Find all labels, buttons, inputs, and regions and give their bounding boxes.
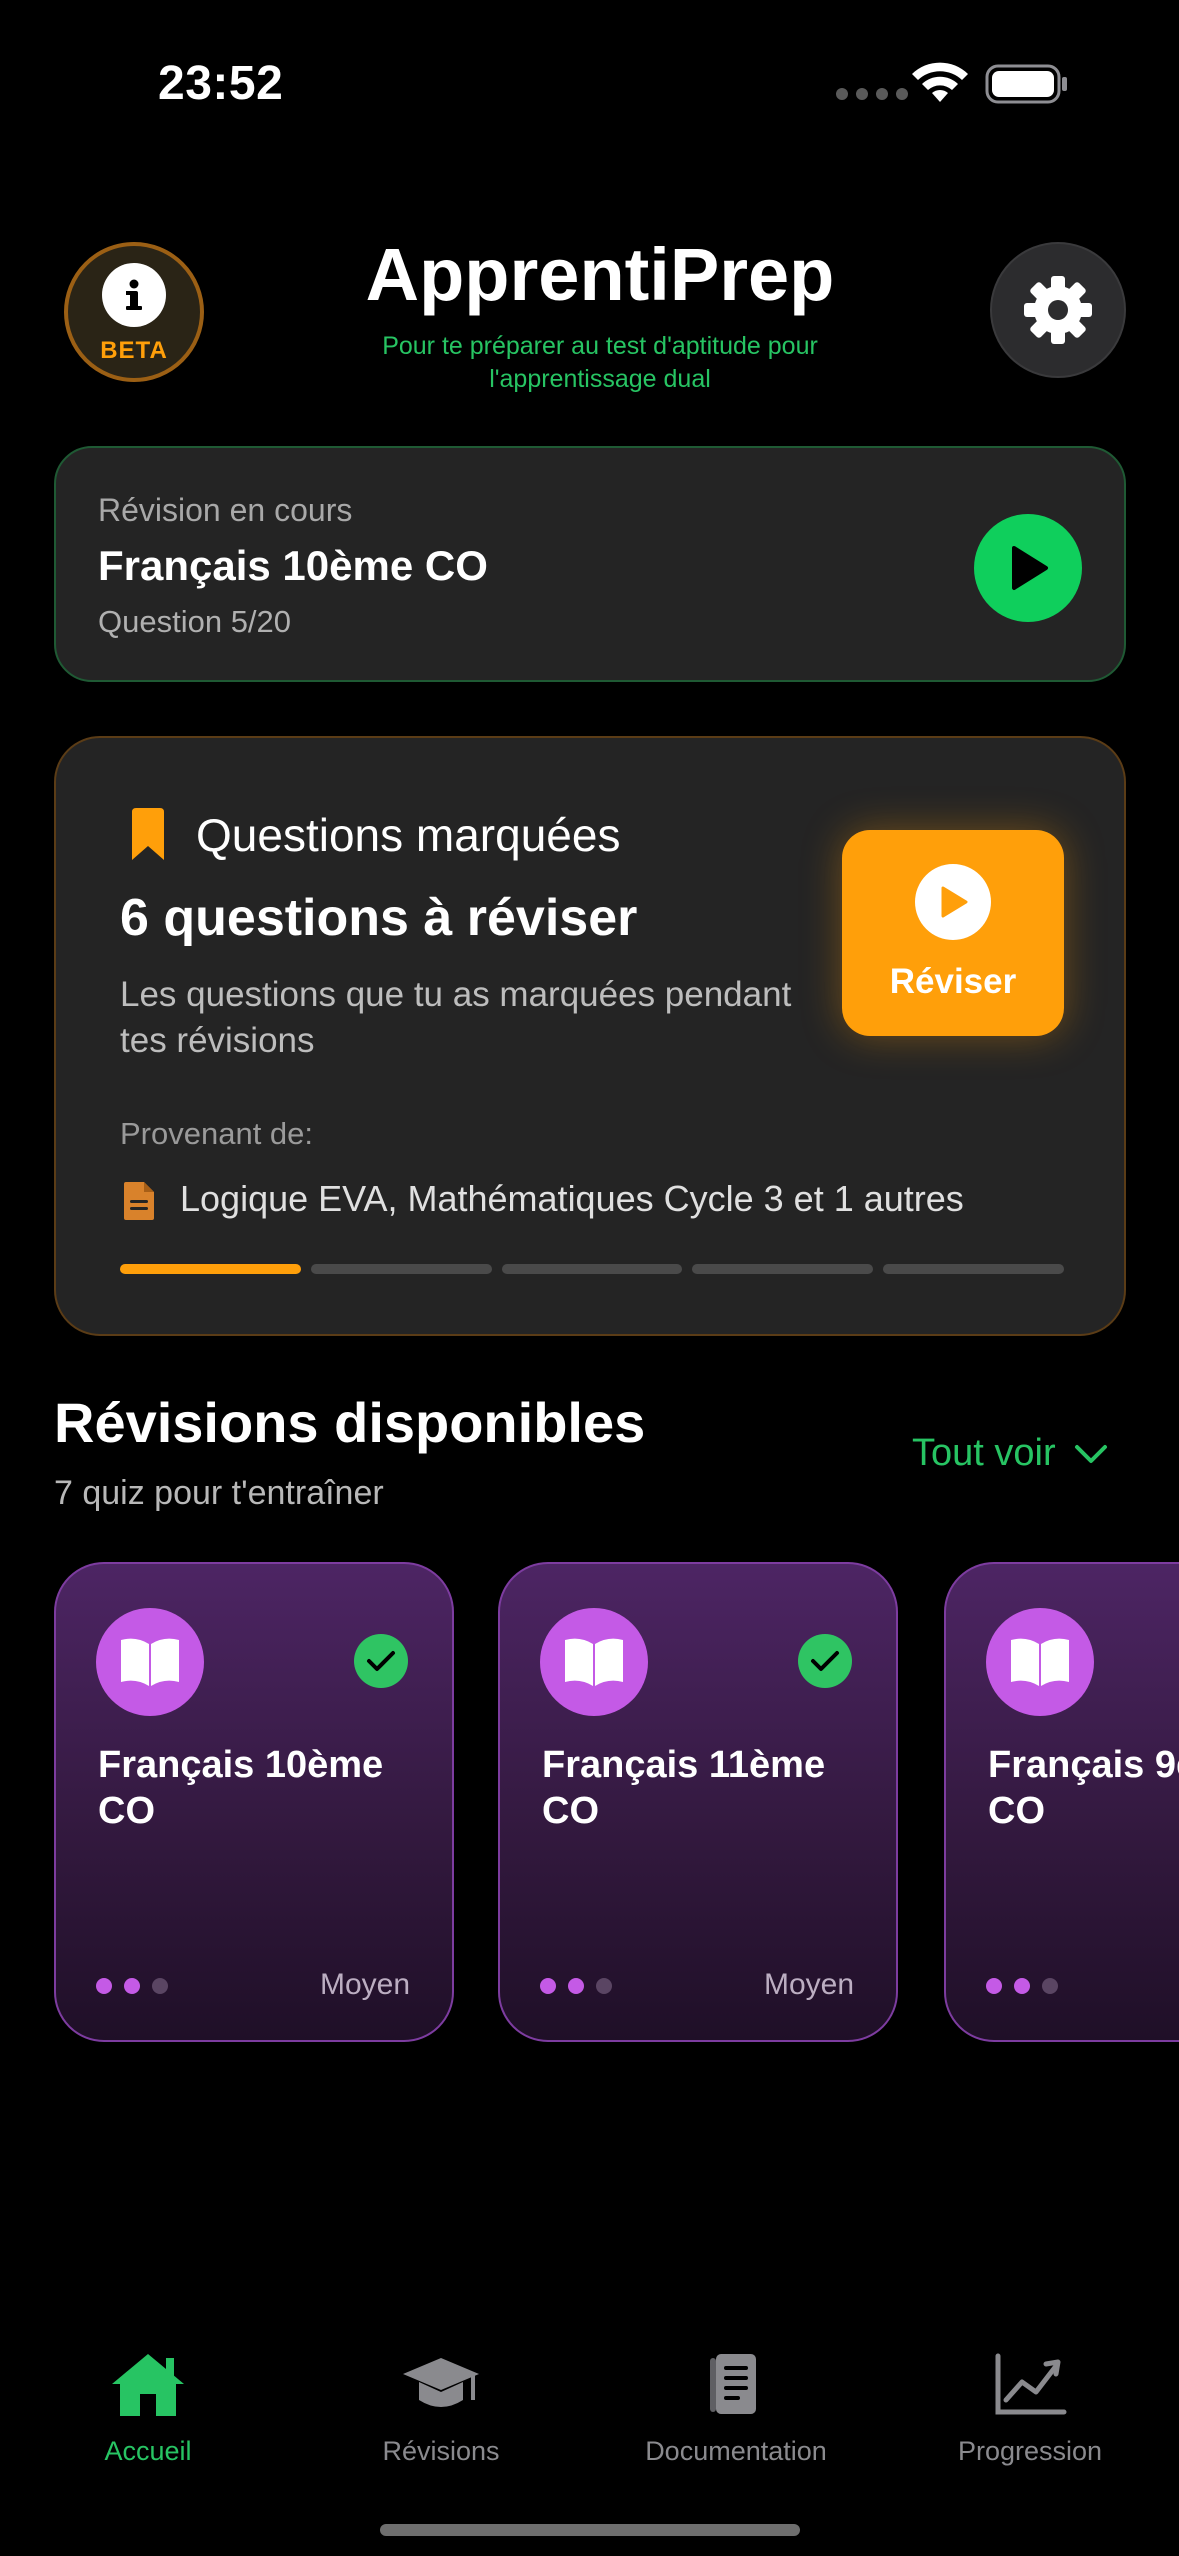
difficulty-dot (152, 1978, 168, 1994)
difficulty-dot (568, 1978, 584, 1994)
status-time: 23:52 (158, 57, 284, 110)
current-revision-title: Français 10ème CO (98, 542, 488, 589)
progress-segment (883, 1264, 1064, 1274)
wifi-icon (912, 62, 968, 102)
see-all-button[interactable]: Tout voir (912, 1432, 1108, 1475)
difficulty-dot (596, 1978, 612, 1994)
quiz-card[interactable]: Français 9ème CO (944, 1562, 1179, 2042)
revisions-subtitle: 7 quiz pour t'entraîner (54, 1474, 384, 1512)
chart-line-icon (995, 2353, 1067, 2415)
settings-button[interactable] (990, 242, 1126, 378)
difficulty-dot (540, 1978, 556, 1994)
marked-questions-title: Questions marquées (196, 809, 621, 861)
quiz-level: Moyen (319, 1968, 410, 2001)
current-revision-card[interactable]: Révision en cours Français 10ème CO Ques… (54, 446, 1126, 682)
play-icon (1012, 546, 1048, 590)
document-icon (124, 1182, 154, 1220)
bookmark-icon (132, 808, 164, 860)
progress-segment (120, 1264, 301, 1274)
home-indicator (380, 2524, 800, 2536)
marked-questions-description: Les questions que tu as marquées pendant… (120, 975, 792, 1060)
gear-icon (1024, 276, 1092, 344)
open-book-icon (96, 1608, 204, 1716)
difficulty-dot (1042, 1978, 1058, 1994)
current-revision-label: Révision en cours (98, 492, 353, 528)
completed-check-icon (354, 1634, 408, 1688)
marked-questions-sources: Logique EVA, Mathématiques Cycle 3 et 1 … (180, 1178, 964, 1219)
battery-icon (985, 64, 1067, 104)
info-icon (102, 263, 166, 327)
progress-segment (692, 1264, 874, 1274)
tab-label: Documentation (645, 2436, 827, 2466)
difficulty-dots (96, 1978, 168, 1994)
tab-label: Révisions (382, 2436, 500, 2466)
difficulty-dot (124, 1978, 140, 1994)
beta-badge: BETA (100, 337, 168, 364)
marked-questions-count: 6 questions à réviser (120, 889, 638, 947)
home-screen: 23:52 BETA ApprentiPrep Pour te préparer… (0, 0, 1179, 2556)
revisions-heading: Révisions disponibles (54, 1391, 646, 1454)
tab-label: Accueil (104, 2436, 192, 2466)
tab-accueil[interactable]: Accueil (18, 2348, 278, 2467)
house-icon (112, 2354, 184, 2416)
tab-revisions[interactable]: Révisions (311, 2348, 571, 2467)
open-book-icon (540, 1608, 648, 1716)
book-icon (710, 2354, 756, 2414)
quiz-card[interactable]: Français 11ème CO Moyen (498, 1562, 898, 2042)
chevron-down-icon (1074, 1444, 1107, 1463)
progress-segment (310, 1264, 492, 1274)
current-revision-question: Question 5/20 (98, 604, 292, 639)
cellular-signal-icon (836, 88, 908, 100)
marked-questions-card: Questions marquées 6 questions à réviser… (54, 736, 1126, 1336)
open-book-icon (986, 1608, 1094, 1716)
app-title: ApprentiPrep (365, 233, 835, 316)
difficulty-dot (96, 1978, 112, 1994)
review-button-label: Réviser (889, 962, 1017, 1001)
quiz-level: Moyen (763, 1968, 854, 2001)
review-marked-button[interactable]: Réviser (842, 830, 1064, 1036)
tab-documentation[interactable]: Documentation (606, 2348, 866, 2467)
tab-label: Progression (957, 2436, 1103, 2466)
info-beta-button[interactable]: BETA (64, 242, 204, 382)
app-subtitle: Pour te préparer au test d'aptitude pour… (382, 332, 818, 393)
quiz-title: Français 9ème CO (988, 1744, 1179, 1832)
source-label: Provenant de: (120, 1116, 314, 1151)
quiz-title: Français 10ème CO (98, 1744, 384, 1832)
marked-questions-progress (120, 1264, 1064, 1274)
quiz-title: Français 11ème CO (542, 1744, 826, 1832)
difficulty-dot (986, 1978, 1002, 1994)
quiz-card[interactable]: Français 10ème CO Moyen (54, 1562, 454, 2042)
completed-check-icon (798, 1634, 852, 1688)
difficulty-dot (1014, 1978, 1030, 1994)
resume-play-button[interactable] (974, 514, 1082, 622)
difficulty-dots (540, 1978, 612, 1994)
play-icon (915, 864, 991, 940)
difficulty-dots (986, 1978, 1058, 1994)
graduation-cap-icon (403, 2358, 479, 2407)
see-all-label: Tout voir (912, 1432, 1056, 1474)
progress-segment (501, 1264, 683, 1274)
tab-progression[interactable]: Progression (900, 2348, 1160, 2467)
